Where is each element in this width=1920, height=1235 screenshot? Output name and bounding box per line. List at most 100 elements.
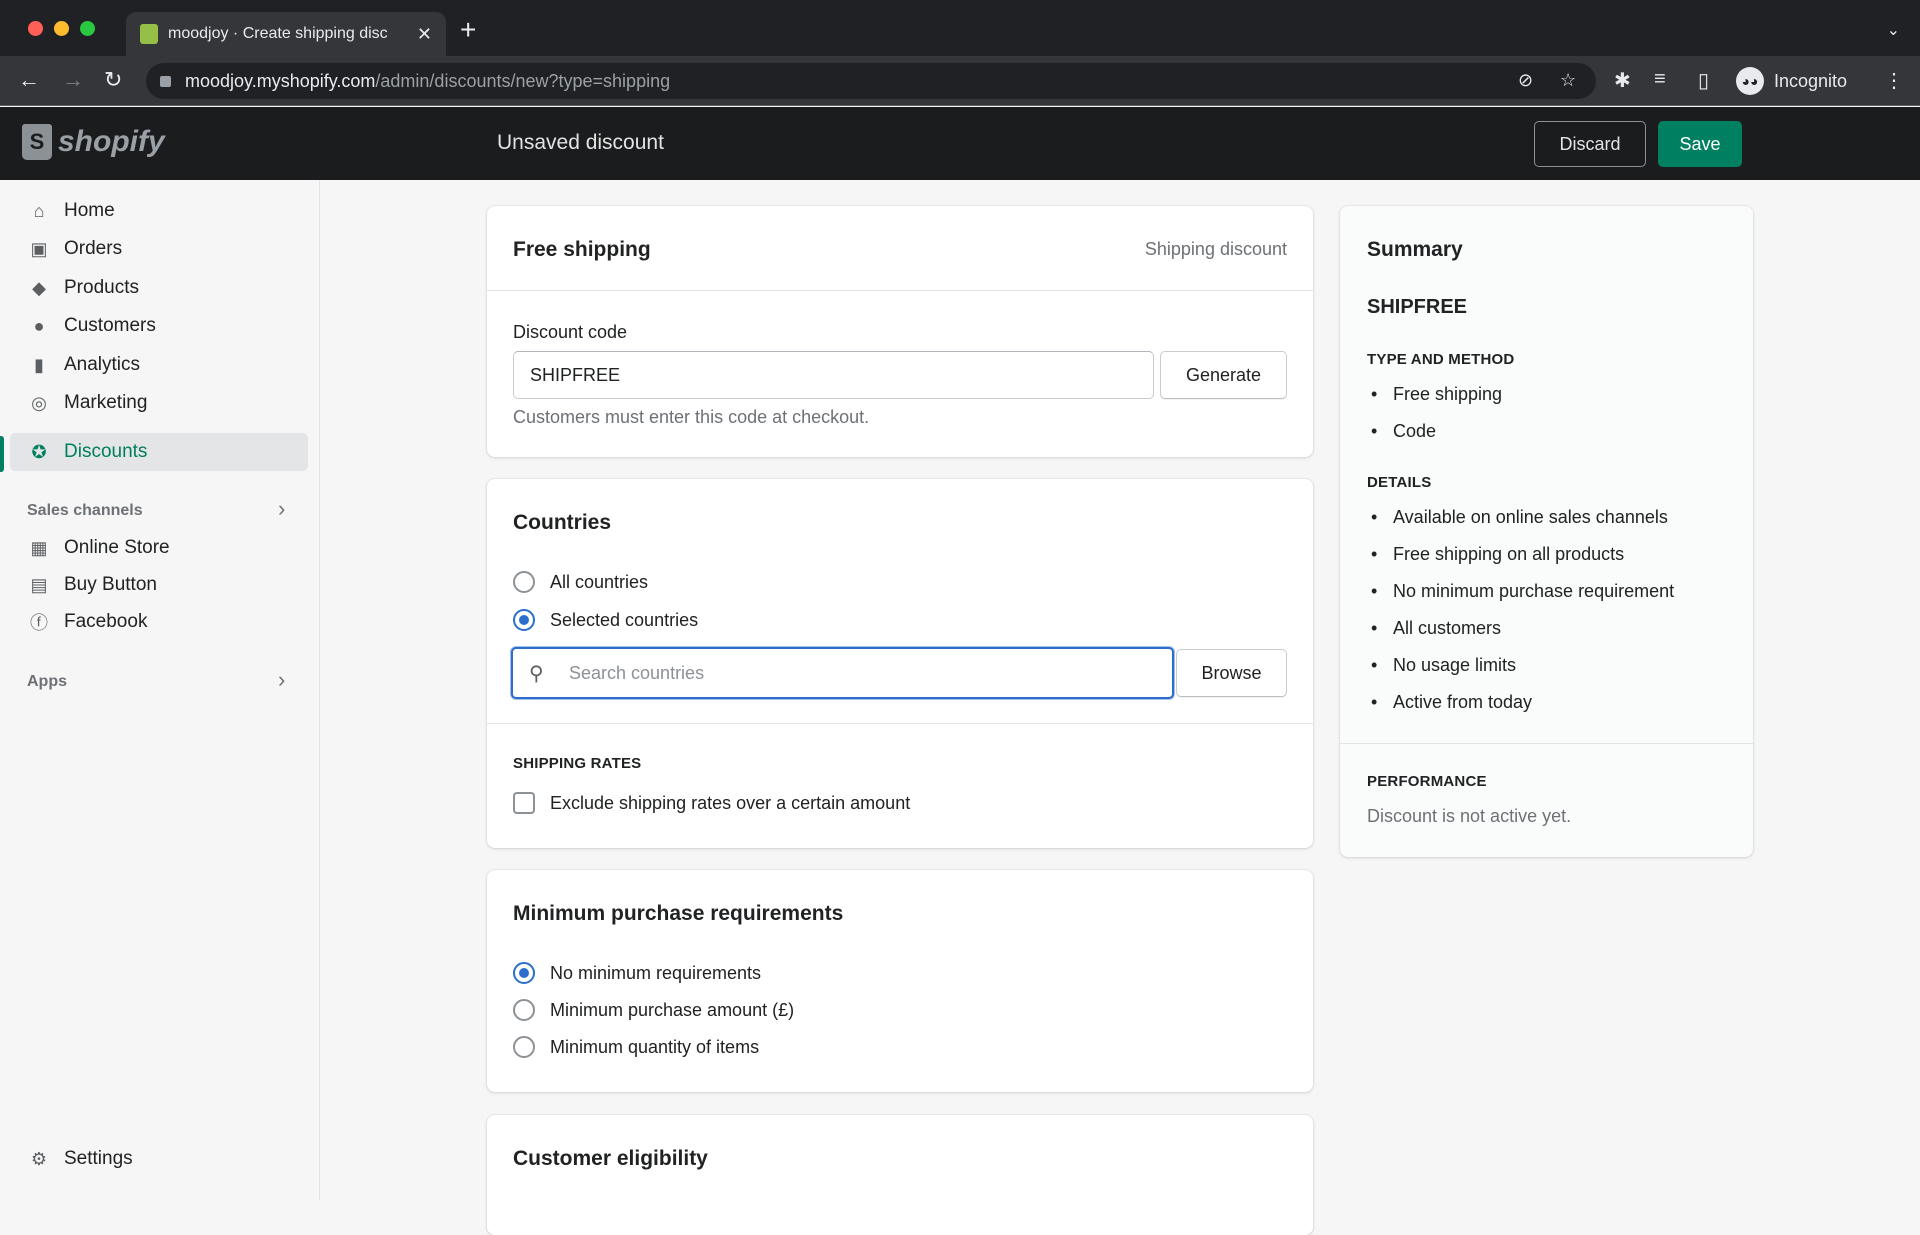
incognito-icon: ◕◕ <box>1736 67 1764 95</box>
shopify-bag-icon: S <box>22 124 52 160</box>
minimize-window-button[interactable] <box>54 21 69 36</box>
tab-title: moodjoy · Create shipping disc <box>168 25 388 42</box>
close-window-button[interactable] <box>28 21 43 36</box>
tag-icon: ◆ <box>32 277 46 298</box>
all-countries-label[interactable]: All countries <box>550 572 648 593</box>
sidebar-item-orders[interactable]: ▣ Orders <box>0 230 320 268</box>
apps-chevron-icon[interactable]: › <box>278 667 285 693</box>
address-bar[interactable]: moodjoy.myshopify.com/admin/discounts/ne… <box>146 63 1596 99</box>
logo-text: shopify <box>58 125 165 158</box>
minimum-amount-radio[interactable] <box>513 999 535 1021</box>
browse-button[interactable]: Browse <box>1176 649 1287 697</box>
apps-heading[interactable]: Apps <box>27 673 67 691</box>
media-queue-icon[interactable]: ≡ <box>1654 68 1666 91</box>
card-title: Countries <box>513 511 612 534</box>
buy-button-icon: ▤ <box>30 574 48 595</box>
summary-detail-item: Active from today <box>1371 692 1532 713</box>
sidebar-item-online-store[interactable]: ▦ Online Store <box>0 529 320 567</box>
search-countries-input[interactable]: ⚲ Search countries <box>511 647 1174 699</box>
save-button[interactable]: Save <box>1658 121 1742 167</box>
sidebar-item-customers[interactable]: ● Customers <box>0 307 320 345</box>
all-countries-radio[interactable] <box>513 571 535 593</box>
discount-code-input[interactable]: SHIPFREE <box>513 351 1154 399</box>
extensions-puzzle-icon[interactable]: ✱ <box>1614 68 1631 93</box>
page-title: Unsaved discount <box>497 131 664 154</box>
card-title: Customer eligibility <box>513 1147 708 1170</box>
customer-eligibility-card: Customer eligibility <box>487 1115 1313 1235</box>
lock-icon <box>160 75 171 87</box>
bookmark-star-icon[interactable]: ☆ <box>1560 70 1576 91</box>
divider <box>1340 743 1753 744</box>
back-arrow-icon[interactable]: ← <box>18 68 40 92</box>
new-tab-button[interactable]: + <box>460 14 476 46</box>
sidebar-item-label: Settings <box>64 1148 133 1169</box>
minimum-quantity-radio[interactable] <box>513 1036 535 1058</box>
shopify-logo[interactable]: S shopify <box>22 124 165 160</box>
no-minimum-radio[interactable] <box>513 962 535 984</box>
sidebar-item-label: Products <box>64 277 139 298</box>
browser-tab-bar: moodjoy · Create shipping disc ✕ + ⌄ <box>0 0 1920 56</box>
maximize-window-button[interactable] <box>80 21 95 36</box>
minimum-amount-label[interactable]: Minimum purchase amount (£) <box>550 1000 794 1021</box>
performance-heading: PERFORMANCE <box>1367 773 1487 790</box>
summary-detail-item: No minimum purchase requirement <box>1371 581 1674 602</box>
summary-detail-item: All customers <box>1371 618 1501 639</box>
close-tab-icon[interactable]: ✕ <box>417 24 432 45</box>
sidebar-item-home[interactable]: ⌂ Home <box>0 192 320 230</box>
side-panel-icon[interactable]: ▯ <box>1698 68 1709 93</box>
reload-icon[interactable]: ↻ <box>104 68 122 92</box>
summary-detail-item: No usage limits <box>1371 655 1516 676</box>
home-icon: ⌂ <box>33 200 45 221</box>
search-countries-placeholder: Search countries <box>569 662 705 683</box>
sidebar: ⌂ Home ▣ Orders ◆ Products ● Customers ▮… <box>0 180 320 1200</box>
browser-tab[interactable]: moodjoy · Create shipping disc ✕ <box>126 12 446 56</box>
sidebar-item-label: Orders <box>64 238 123 259</box>
summary-type-item: Free shipping <box>1371 384 1502 405</box>
selected-countries-label[interactable]: Selected countries <box>550 610 698 631</box>
forward-arrow-icon[interactable]: → <box>62 68 84 92</box>
sidebar-item-label: Facebook <box>64 611 148 632</box>
discount-type-label: Shipping discount <box>1144 239 1287 259</box>
bar-chart-icon: ▮ <box>34 354 44 375</box>
discount-code-label: Discount code <box>513 322 628 342</box>
summary-code: SHIPFREE <box>1367 296 1468 318</box>
divider <box>487 723 1313 724</box>
shipping-rates-heading: SHIPPING RATES <box>513 755 642 772</box>
discount-code-help: Customers must enter this code at checko… <box>513 407 870 427</box>
sidebar-item-settings[interactable]: ⚙ Settings <box>0 1140 320 1178</box>
generate-button[interactable]: Generate <box>1160 351 1287 399</box>
summary-card: Summary SHIPFREE TYPE AND METHOD Free sh… <box>1340 206 1753 857</box>
incognito-profile[interactable]: ◕◕ Incognito <box>1736 63 1861 99</box>
performance-text: Discount is not active yet. <box>1367 806 1572 826</box>
sidebar-item-facebook[interactable]: ⓕ Facebook <box>0 603 320 641</box>
url-host: moodjoy.myshopify.com <box>185 70 376 91</box>
gear-icon: ⚙ <box>30 1148 48 1169</box>
card-title: Free shipping <box>513 238 651 261</box>
search-icon: ⚲ <box>529 663 544 685</box>
person-icon: ● <box>33 315 45 336</box>
sidebar-item-discounts[interactable]: ✪ Discounts <box>10 433 308 471</box>
sidebar-item-products[interactable]: ◆ Products <box>0 269 320 307</box>
store-icon: ▦ <box>30 537 48 558</box>
sales-channels-heading[interactable]: Sales channels <box>27 502 143 520</box>
selected-countries-radio[interactable] <box>513 609 535 631</box>
summary-type-item: Code <box>1371 421 1436 442</box>
exclude-shipping-rates-label[interactable]: Exclude shipping rates over a certain am… <box>550 793 910 814</box>
sidebar-item-buy-button[interactable]: ▤ Buy Button <box>0 566 320 604</box>
discard-button[interactable]: Discard <box>1534 121 1646 167</box>
eye-off-icon[interactable]: ⊘ <box>1518 70 1533 91</box>
facebook-icon: ⓕ <box>30 613 48 633</box>
browser-menu-icon[interactable]: ⋮ <box>1884 68 1904 93</box>
summary-title: Summary <box>1367 238 1463 261</box>
tab-search-chevron-icon[interactable]: ⌄ <box>1887 20 1900 40</box>
shopify-favicon-icon <box>140 24 158 44</box>
minimum-purchase-card: Minimum purchase requirements No minimum… <box>487 870 1313 1092</box>
no-minimum-label[interactable]: No minimum requirements <box>550 963 761 984</box>
incognito-label: Incognito <box>1774 70 1848 91</box>
browser-toolbar: ← → ↻ moodjoy.myshopify.com/admin/discou… <box>0 56 1920 106</box>
exclude-shipping-rates-checkbox[interactable] <box>513 792 535 814</box>
sidebar-item-marketing[interactable]: ◎ Marketing <box>0 384 320 422</box>
sidebar-item-analytics[interactable]: ▮ Analytics <box>0 346 320 384</box>
sales-channels-chevron-icon[interactable]: › <box>278 496 285 522</box>
minimum-quantity-label[interactable]: Minimum quantity of items <box>550 1037 759 1058</box>
